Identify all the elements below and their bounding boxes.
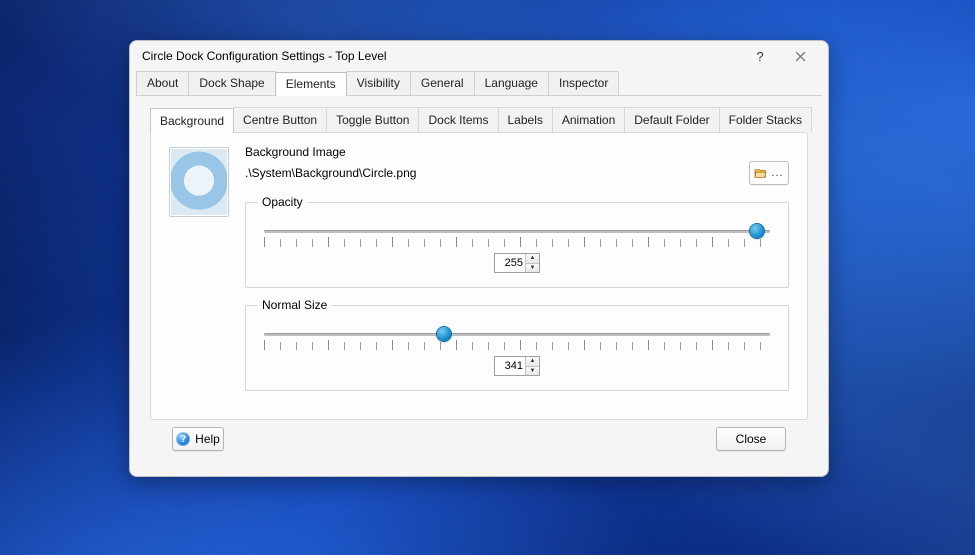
subtab-labels[interactable]: Labels xyxy=(498,107,553,132)
normal-size-slider[interactable] xyxy=(264,326,770,350)
background-image-label: Background Image xyxy=(245,145,789,159)
background-image-path: .\System\Background\Circle.png xyxy=(245,166,743,180)
normal-size-group: Normal Size ▲ xyxy=(245,298,789,391)
help-icon: ? xyxy=(176,432,190,446)
folder-open-icon xyxy=(754,167,768,179)
tab-language[interactable]: Language xyxy=(474,71,549,95)
help-button[interactable]: ? Help xyxy=(172,427,224,451)
normal-size-spinner[interactable]: ▲ ▼ xyxy=(494,356,540,376)
tab-about[interactable]: About xyxy=(136,71,189,95)
help-button-label: Help xyxy=(195,432,220,446)
background-preview-image xyxy=(169,147,229,217)
titlebar[interactable]: Circle Dock Configuration Settings - Top… xyxy=(130,41,828,71)
close-button[interactable]: Close xyxy=(716,427,786,451)
opacity-slider-thumb[interactable] xyxy=(750,224,764,238)
opacity-slider[interactable] xyxy=(264,223,770,247)
top-tab-bar: About Dock Shape Elements Visibility Gen… xyxy=(130,71,828,95)
tab-inspector[interactable]: Inspector xyxy=(548,71,619,95)
window-title: Circle Dock Configuration Settings - Top… xyxy=(142,49,742,63)
tab-dock-shape[interactable]: Dock Shape xyxy=(188,71,275,95)
close-button-label: Close xyxy=(736,432,767,446)
browse-button[interactable]: ... xyxy=(749,161,789,185)
opacity-legend: Opacity xyxy=(258,195,307,209)
titlebar-help-button[interactable]: ? xyxy=(742,49,778,64)
tab-general[interactable]: General xyxy=(410,71,475,95)
sub-tab-bar: Background Centre Button Toggle Button D… xyxy=(150,108,808,132)
opacity-group: Opacity ▲ xyxy=(245,195,789,288)
content-area: Background Centre Button Toggle Button D… xyxy=(136,95,822,470)
normal-size-legend: Normal Size xyxy=(258,298,331,312)
tab-elements[interactable]: Elements xyxy=(275,72,347,96)
close-icon xyxy=(795,51,806,62)
ellipsis-icon: ... xyxy=(771,168,783,179)
tab-visibility[interactable]: Visibility xyxy=(346,71,411,95)
subtab-background[interactable]: Background xyxy=(150,108,234,133)
opacity-value-input[interactable] xyxy=(495,254,525,272)
opacity-spinner[interactable]: ▲ ▼ xyxy=(494,253,540,273)
opacity-step-up[interactable]: ▲ xyxy=(526,254,539,264)
subtab-animation[interactable]: Animation xyxy=(552,107,625,132)
desktop-background: Circle Dock Configuration Settings - Top… xyxy=(0,0,975,555)
subtab-folder-stacks[interactable]: Folder Stacks xyxy=(719,107,812,132)
subtab-dock-items[interactable]: Dock Items xyxy=(418,107,498,132)
footer: ? Help Close xyxy=(150,420,808,462)
subtab-default-folder[interactable]: Default Folder xyxy=(624,107,719,132)
subtab-centre-button[interactable]: Centre Button xyxy=(233,107,327,132)
normal-size-step-down[interactable]: ▼ xyxy=(526,367,539,376)
settings-window: Circle Dock Configuration Settings - Top… xyxy=(129,40,829,477)
opacity-step-down[interactable]: ▼ xyxy=(526,264,539,273)
normal-size-value-input[interactable] xyxy=(495,357,525,375)
background-panel: Background Image .\System\Background\Cir… xyxy=(150,132,808,420)
normal-size-slider-thumb[interactable] xyxy=(437,327,451,341)
normal-size-step-up[interactable]: ▲ xyxy=(526,357,539,367)
subtab-toggle-button[interactable]: Toggle Button xyxy=(326,107,419,132)
titlebar-close-button[interactable] xyxy=(778,42,822,70)
